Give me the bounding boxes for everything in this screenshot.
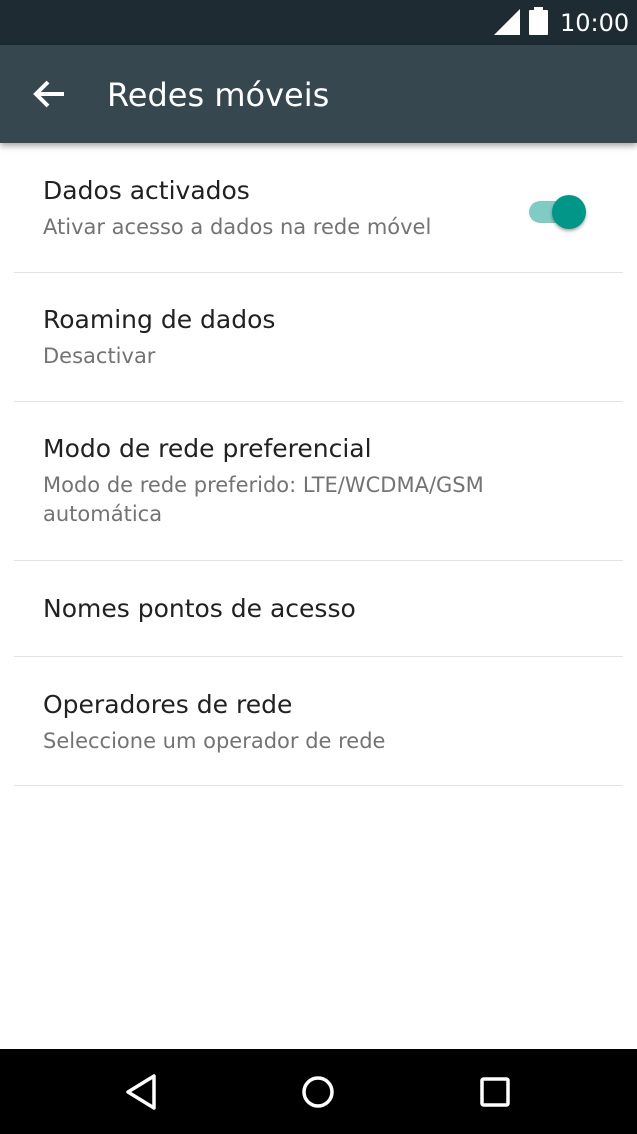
back-button[interactable]	[28, 76, 68, 112]
home-circle-icon	[302, 1076, 334, 1108]
setting-label: Nomes pontos de acesso	[43, 594, 356, 623]
nav-recents-button[interactable]	[474, 1071, 516, 1113]
setting-summary: Ativar acesso a dados na rede móvel	[43, 215, 432, 239]
back-triangle-icon	[126, 1074, 156, 1110]
nav-back-button[interactable]	[120, 1071, 162, 1113]
setting-data-roaming[interactable]: Roaming de dados Desactivar	[14, 273, 623, 402]
setting-label: Operadores de rede	[43, 690, 293, 719]
setting-summary: Modo de rede preferido: LTE/WCDMA/GSM au…	[43, 473, 484, 526]
setting-network-operators[interactable]: Operadores de rede Seleccione um operado…	[14, 657, 623, 786]
setting-summary: Seleccione um operador de rede	[43, 729, 386, 753]
nav-home-button[interactable]	[297, 1071, 339, 1113]
setting-label: Dados activados	[43, 176, 250, 205]
navigation-bar	[0, 1049, 637, 1134]
setting-label: Modo de rede preferencial	[43, 434, 372, 463]
setting-access-point-names[interactable]: Nomes pontos de acesso	[14, 561, 623, 657]
page-title: Redes móveis	[107, 76, 330, 114]
setting-data-enabled[interactable]: Dados activados Ativar acesso a dados na…	[14, 143, 623, 273]
status-bar: 10:00	[0, 0, 637, 45]
signal-icon	[494, 9, 520, 35]
settings-list: Dados activados Ativar acesso a dados na…	[14, 143, 623, 786]
setting-preferred-network-mode[interactable]: Modo de rede preferencial Modo de rede p…	[14, 402, 623, 561]
data-enabled-toggle[interactable]	[527, 195, 589, 229]
recents-square-icon	[480, 1077, 510, 1107]
status-time: 10:00	[560, 9, 630, 37]
setting-summary: Desactivar	[43, 344, 156, 368]
battery-icon	[529, 7, 548, 35]
setting-label: Roaming de dados	[43, 305, 276, 334]
app-bar: Redes móveis	[0, 45, 637, 143]
arrow-back-icon	[33, 80, 64, 108]
toggle-thumb	[552, 195, 586, 229]
